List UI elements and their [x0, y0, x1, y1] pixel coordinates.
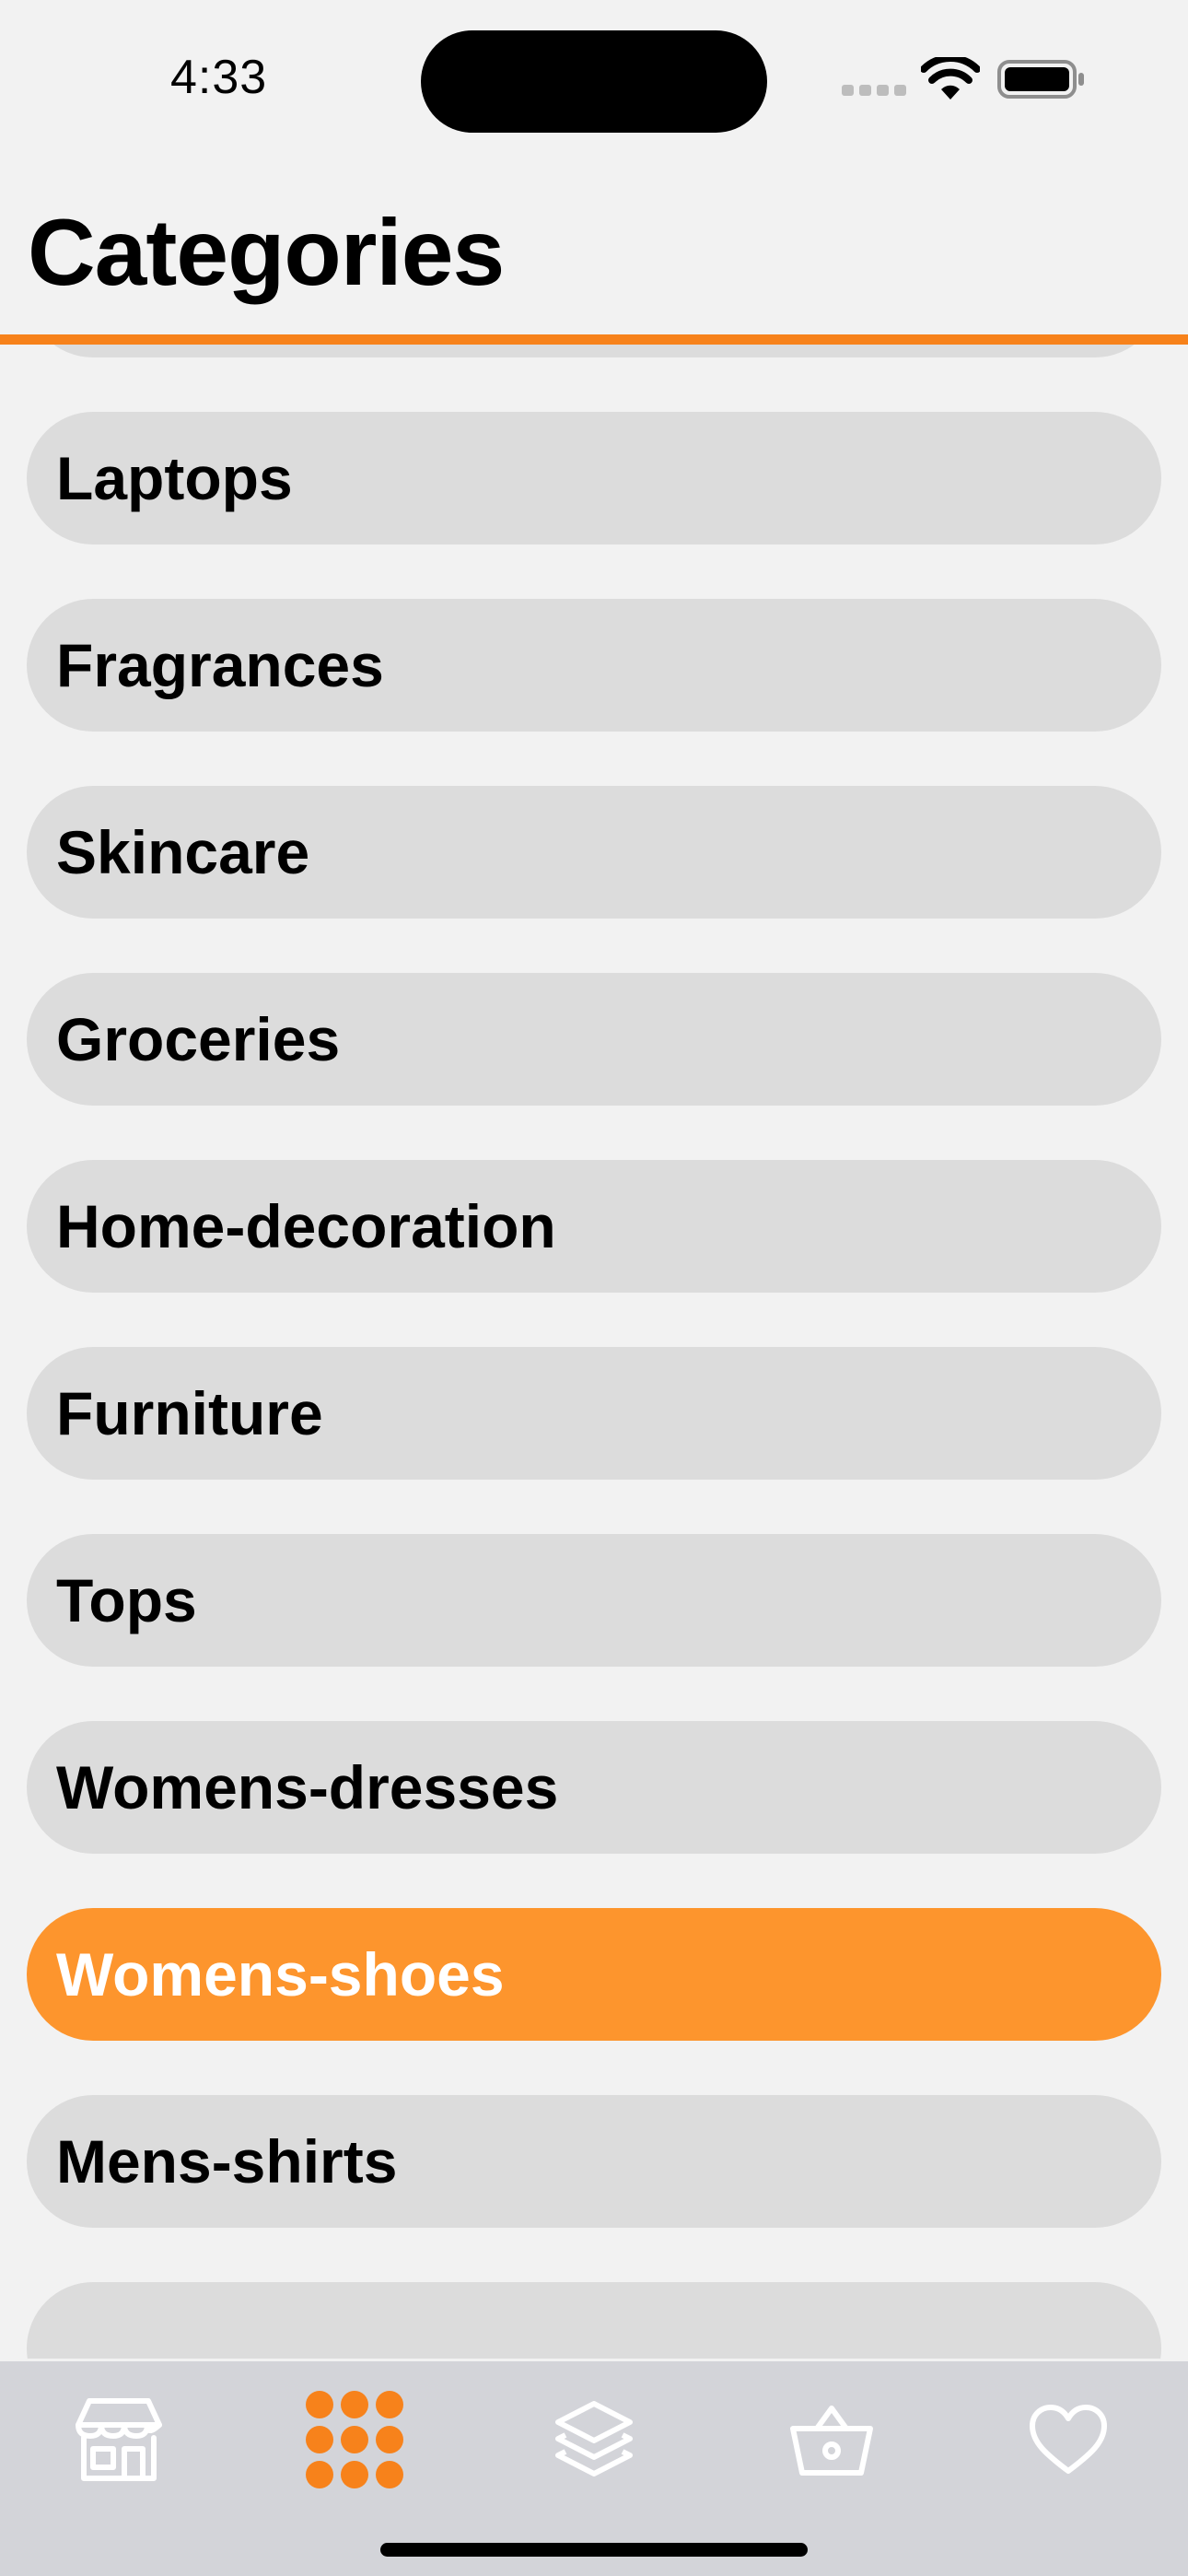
- category-item[interactable]: Fragrances: [27, 599, 1161, 732]
- category-item[interactable]: Furniture: [27, 1347, 1161, 1480]
- heart-icon: [1030, 2405, 1107, 2474]
- tab-shop[interactable]: [59, 2380, 179, 2500]
- page-title: Categories: [28, 200, 505, 305]
- category-label: Laptops: [56, 444, 293, 512]
- category-item[interactable]: Tops: [27, 1534, 1161, 1667]
- tab-bar: [0, 2361, 1188, 2576]
- storefront-icon: [76, 2398, 162, 2481]
- category-item[interactable]: Mens-shirts: [27, 2095, 1161, 2228]
- page-header: Categories: [0, 166, 1188, 337]
- tab-categories[interactable]: [295, 2380, 414, 2500]
- category-item[interactable]: Skincare: [27, 786, 1161, 919]
- basket-icon: [790, 2406, 873, 2476]
- category-item[interactable]: [27, 2282, 1161, 2359]
- category-item[interactable]: Home-decoration: [27, 1160, 1161, 1293]
- layers-icon: [555, 2401, 633, 2476]
- wifi-icon: [921, 57, 980, 100]
- category-item[interactable]: Womens-shoes: [27, 1908, 1161, 2041]
- category-item[interactable]: Womens-dresses: [27, 1721, 1161, 1854]
- category-label: Groceries: [56, 1005, 341, 1073]
- category-label: Furniture: [56, 1379, 323, 1447]
- battery-icon: [997, 60, 1084, 99]
- category-label: Tops: [56, 1566, 197, 1634]
- category-list[interactable]: SmartphonesLaptopsFragrancesSkincareGroc…: [0, 0, 1188, 2359]
- category-item[interactable]: Laptops: [27, 412, 1161, 544]
- header-divider: [0, 334, 1188, 345]
- tab-cart[interactable]: [772, 2380, 891, 2500]
- cellular-signal-icon: [842, 85, 906, 98]
- status-bar: 4:33: [0, 0, 1188, 166]
- status-time: 4:33: [170, 51, 268, 104]
- category-label: Mens-shirts: [56, 2127, 398, 2195]
- tab-favorites[interactable]: [1008, 2380, 1128, 2500]
- category-item[interactable]: Groceries: [27, 973, 1161, 1106]
- grid-dots-icon: [306, 2391, 403, 2488]
- category-label: Womens-dresses: [56, 1753, 559, 1821]
- category-label: Home-decoration: [56, 1192, 556, 1260]
- dynamic-island: [421, 30, 767, 133]
- category-label: Fragrances: [56, 631, 384, 699]
- home-indicator: [380, 2543, 808, 2557]
- category-label: Skincare: [56, 818, 310, 886]
- tab-collections[interactable]: [534, 2380, 654, 2500]
- category-label: Womens-shoes: [56, 1940, 505, 2008]
